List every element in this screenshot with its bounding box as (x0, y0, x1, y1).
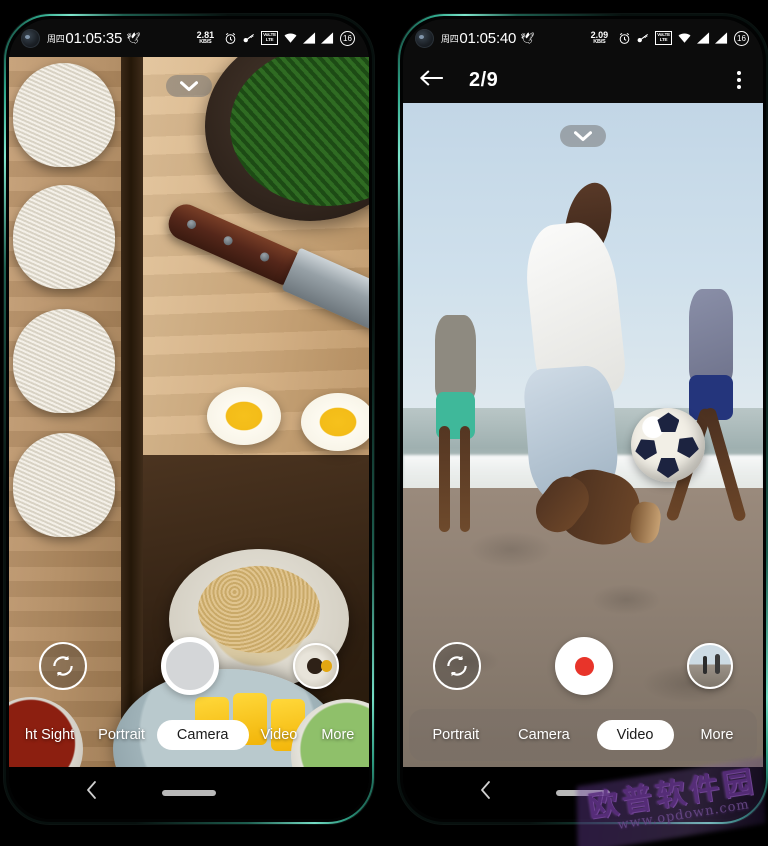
mode-video[interactable]: Video (249, 721, 310, 749)
mode-selector-left: ht Sight Portrait Camera Video More (9, 709, 369, 761)
player-kicking (504, 177, 662, 675)
volte-icon: VoLTE LTE (655, 31, 672, 45)
bluetooth-icon: 🕊 (520, 32, 535, 45)
player-shirt (434, 315, 476, 401)
phone-screen-right: 周四 01:05:40 🕊 2.09 KB/S VoLTE LTE 16 2/9… (403, 19, 763, 819)
camera-flip-icon (53, 655, 73, 677)
kebab-dot (737, 85, 741, 89)
expand-settings-button-right[interactable] (560, 125, 606, 147)
key-icon (242, 32, 256, 45)
expand-settings-button-left[interactable] (166, 75, 212, 97)
ball-panel (632, 434, 661, 462)
camera-controls-left (9, 631, 369, 701)
wifi-icon (283, 32, 298, 44)
nav-back-button-left[interactable] (85, 780, 98, 806)
mode-portrait[interactable]: Portrait (86, 721, 157, 749)
camera-viewfinder-left[interactable]: ht Sight Portrait Camera Video More (9, 57, 369, 767)
app-bar-back-button[interactable] (419, 69, 444, 92)
page-counter-title: 2/9 (469, 68, 499, 91)
player-right (665, 288, 747, 523)
noodle-bundle (13, 433, 115, 537)
front-camera-punch-hole (415, 28, 434, 48)
arrow-left-icon (420, 70, 444, 85)
camera-viewfinder-right[interactable]: Portrait Camera Video More (403, 103, 763, 767)
camera-controls-right (403, 631, 763, 701)
status-day-left: 周四 (47, 33, 65, 44)
mode-video[interactable]: Video (596, 720, 674, 750)
mode-more[interactable]: More (309, 721, 366, 749)
phone-screen-left: 周四 01:05:35 🕊 2.81 KB/S VoLTE LTE 16 ht … (9, 19, 369, 819)
front-camera-punch-hole (21, 28, 40, 48)
status-clock-right: 01:05:40 (459, 29, 517, 47)
key-icon (636, 32, 650, 45)
status-bar-left: 周四 01:05:35 🕊 2.81 KB/S VoLTE LTE 16 (9, 19, 369, 57)
status-bar-right: 周四 01:05:40 🕊 2.09 KB/S VoLTE LTE 16 (403, 19, 763, 57)
signal-icon (321, 32, 334, 44)
record-dot-icon (574, 656, 594, 676)
kebab-dot (737, 78, 741, 82)
boiled-egg-half (207, 387, 281, 445)
bluetooth-icon: 🕊 (126, 32, 141, 45)
mode-night-sight[interactable]: ht Sight (13, 721, 86, 749)
network-speed-unit-left: KB/S (199, 38, 212, 45)
camera-flip-button-right[interactable] (433, 642, 481, 690)
chevron-down-icon (574, 130, 592, 141)
ball-panel (657, 458, 679, 478)
screenshot-stage: 周四 01:05:35 🕊 2.81 KB/S VoLTE LTE 16 ht … (0, 0, 768, 846)
shutter-button-left[interactable] (161, 637, 219, 695)
status-clock-left: 01:05:35 (65, 29, 123, 47)
player-shirt (688, 288, 734, 384)
signal-icon (715, 32, 728, 44)
mode-camera[interactable]: Camera (156, 720, 249, 750)
alarm-icon (618, 32, 631, 45)
noodle-bundle (13, 309, 115, 413)
nav-back-button-right[interactable] (479, 780, 492, 806)
ball-panel (674, 432, 703, 460)
player-leg (438, 425, 450, 533)
volte-icon: VoLTE LTE (261, 31, 278, 45)
mode-camera[interactable]: Camera (506, 721, 582, 749)
signal-icon (303, 32, 316, 44)
player-left (428, 315, 482, 533)
player-leg (703, 406, 747, 523)
gallery-thumbnail-right[interactable] (687, 643, 733, 689)
camera-flip-button-left[interactable] (39, 642, 87, 690)
kebab-dot (737, 71, 741, 75)
record-button-right[interactable] (555, 637, 613, 695)
app-bar-right: 2/9 (403, 57, 763, 103)
network-speed-unit-right: KB/S (593, 38, 606, 45)
noodle-bundle (13, 63, 115, 167)
battery-indicator-left: 16 (340, 30, 355, 46)
gallery-thumbnail-left[interactable] (293, 643, 339, 689)
ball-panel (657, 412, 680, 433)
network-speed-right: 2.09 KB/S (591, 30, 609, 46)
wifi-icon (677, 32, 692, 44)
volte-bottom-label: LTE (265, 37, 274, 42)
phone-right: 周四 01:05:40 🕊 2.09 KB/S VoLTE LTE 16 2/9… (398, 14, 768, 824)
signal-icon (697, 32, 710, 44)
mode-portrait[interactable]: Portrait (420, 721, 491, 749)
network-speed-left: 2.81 KB/S (197, 30, 215, 46)
chevron-left-icon (481, 781, 490, 799)
chevron-down-icon (180, 80, 198, 91)
camera-flip-icon (447, 655, 467, 677)
noodle-bundle (13, 185, 115, 289)
overflow-menu-button[interactable] (731, 67, 747, 93)
phone-left: 周四 01:05:35 🕊 2.81 KB/S VoLTE LTE 16 ht … (4, 14, 374, 824)
navigation-bar-left (9, 767, 369, 819)
status-day-right: 周四 (441, 33, 459, 44)
battery-indicator-right: 16 (734, 30, 749, 46)
mode-selector-right: Portrait Camera Video More (409, 709, 757, 761)
mode-more[interactable]: More (688, 721, 745, 749)
home-indicator-left[interactable] (162, 790, 216, 796)
chevron-left-icon (87, 781, 96, 799)
player-leg (459, 425, 471, 533)
sauteed-spinach (230, 57, 369, 206)
boiled-egg-half (301, 393, 369, 451)
volte-bottom-label: LTE (659, 37, 668, 42)
alarm-icon (224, 32, 237, 45)
